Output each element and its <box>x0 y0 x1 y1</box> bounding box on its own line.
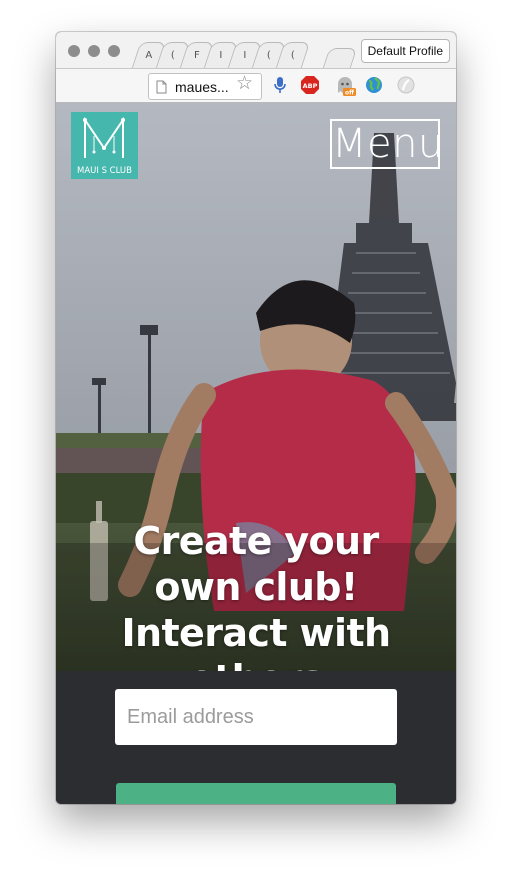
document-icon <box>156 80 167 97</box>
svg-text:MAUI S CLUB: MAUI S CLUB <box>77 166 132 176</box>
maui-club-logo[interactable]: MAUI S CLUB <box>71 112 138 179</box>
globe-icon[interactable] <box>364 75 384 95</box>
ghostery-icon[interactable]: off <box>334 75 356 97</box>
hero-headline: Create your own club! Interact with othe… <box>121 519 392 671</box>
email-input[interactable] <box>115 689 397 745</box>
hero-section: MAUI S CLUB Menu Create your own club! I… <box>56 103 456 671</box>
zoom-window-button[interactable] <box>108 45 120 57</box>
new-tab-button[interactable] <box>322 48 358 68</box>
microphone-icon[interactable] <box>270 75 290 95</box>
logo-mark: MAUI S CLUB <box>77 116 132 176</box>
minimize-window-button[interactable] <box>88 45 100 57</box>
tab-strip: A ( F I I ( ( <box>130 42 360 68</box>
signup-form <box>56 671 456 804</box>
submit-button[interactable] <box>116 783 396 804</box>
close-window-button[interactable] <box>68 45 80 57</box>
title-bar: A ( F I I ( ( Default Profile <box>56 32 456 69</box>
svg-text:off: off <box>345 90 354 97</box>
browser-window: A ( F I I ( ( Default Profile maues... ☆… <box>56 32 456 804</box>
browser-tab[interactable]: ( <box>275 42 311 68</box>
svg-text:ABP: ABP <box>303 82 318 90</box>
menu-button[interactable]: Menu <box>330 119 443 169</box>
browser-toolbar: maues... ☆ ABP off <box>56 69 456 103</box>
address-url: maues... <box>175 79 229 95</box>
extension-icon[interactable] <box>396 75 416 95</box>
adblock-icon[interactable]: ABP <box>300 75 320 95</box>
star-icon[interactable]: ☆ <box>236 73 253 95</box>
profile-button[interactable]: Default Profile <box>360 39 450 63</box>
